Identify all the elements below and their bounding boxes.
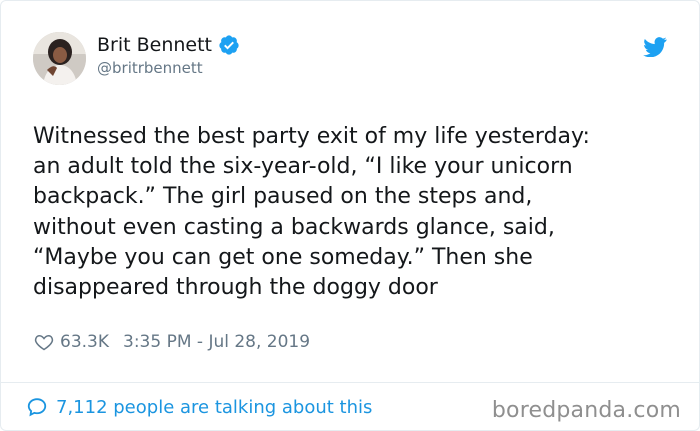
tweet-meta: 63.3K 3:35 PM - Jul 28, 2019 — [34, 332, 310, 352]
avatar[interactable] — [33, 32, 86, 85]
speech-bubble-icon — [27, 398, 47, 417]
twitter-bird-icon[interactable] — [643, 37, 667, 57]
like-count[interactable]: 63.3K — [60, 332, 109, 352]
heart-icon[interactable] — [34, 332, 54, 352]
conversation-link[interactable]: 7,112 people are talking about this — [26, 396, 372, 418]
tweet-text: Witnessed the best party exit of my life… — [33, 124, 590, 301]
avatar-photo — [33, 32, 86, 85]
verified-badge-icon — [219, 35, 239, 55]
author-name[interactable]: Brit Bennett — [97, 34, 212, 56]
tweet-timestamp[interactable]: 3:35 PM - Jul 28, 2019 — [123, 332, 310, 352]
divider — [1, 382, 700, 383]
tweet-card: Brit Bennett @britrbennett Witnessed the… — [0, 0, 700, 431]
author-handle[interactable]: @britrbennett — [97, 59, 203, 77]
watermark: boredpanda.com — [491, 398, 681, 423]
conversation-count: 7,112 people are talking about this — [56, 396, 373, 418]
author-row: Brit Bennett — [97, 34, 240, 56]
